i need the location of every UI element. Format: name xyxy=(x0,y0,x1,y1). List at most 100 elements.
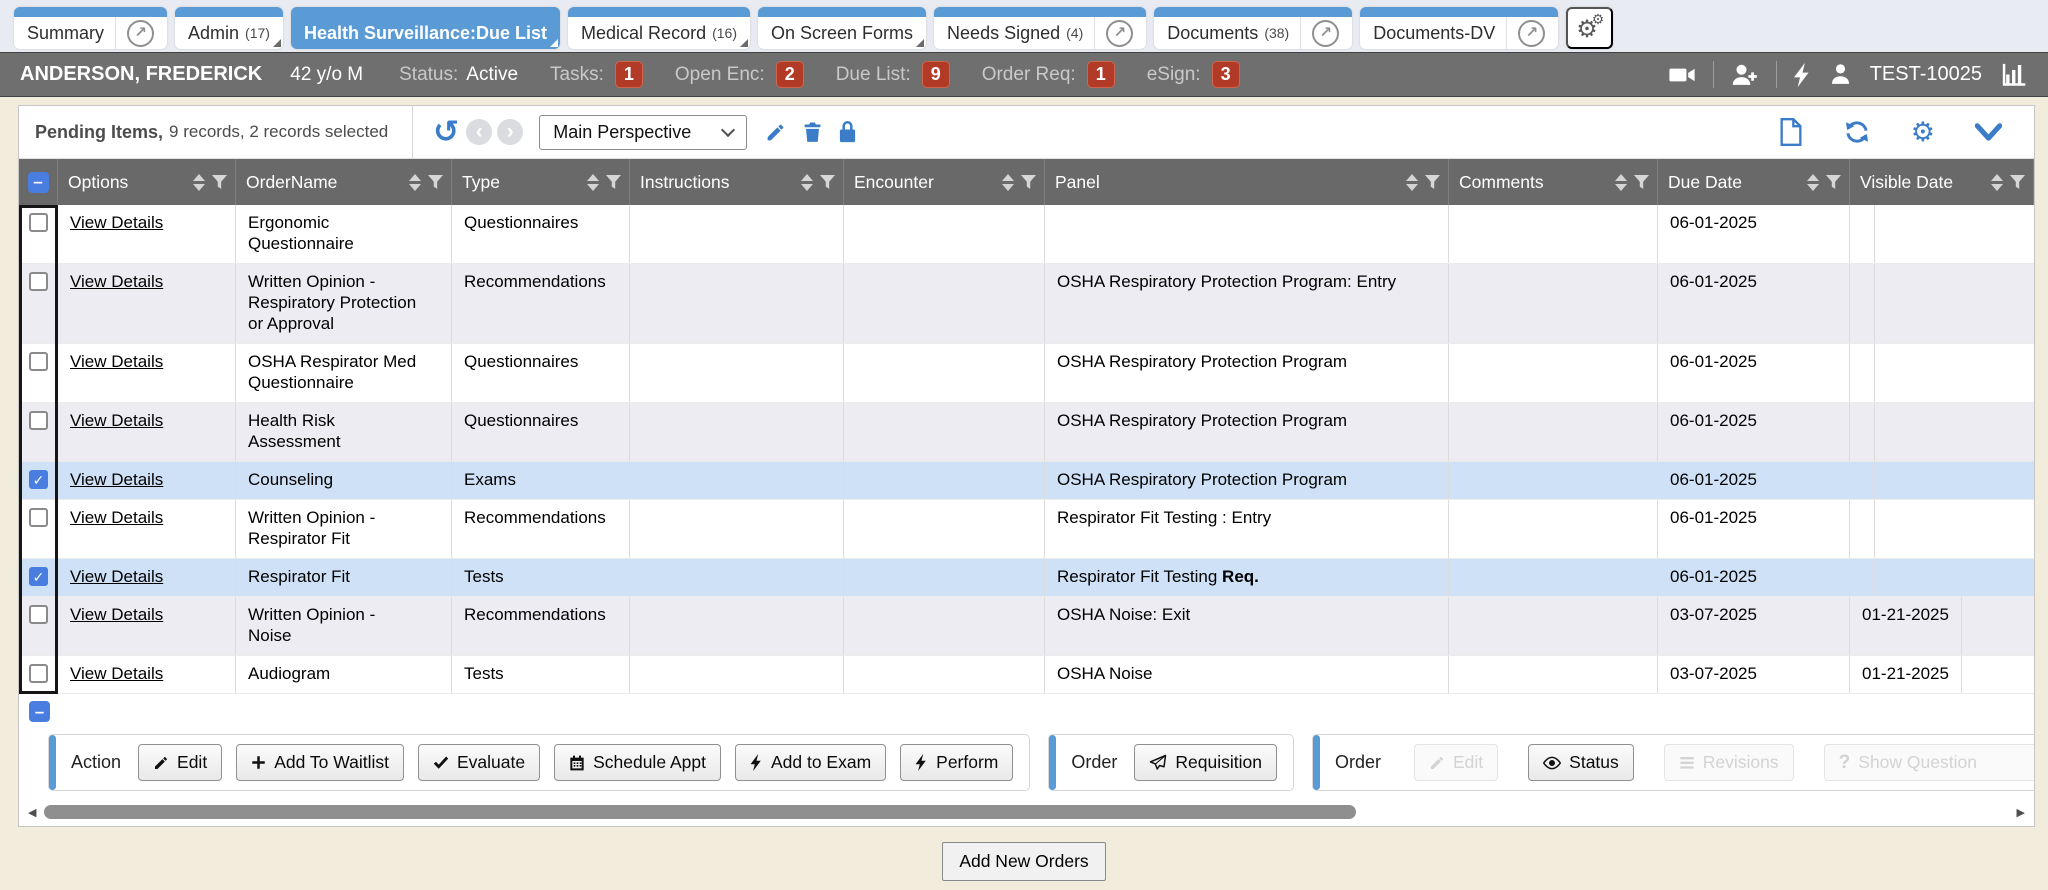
filter-funnel-icon[interactable] xyxy=(1826,175,1841,190)
sort-icon[interactable] xyxy=(1807,174,1819,191)
sort-icon[interactable] xyxy=(1406,174,1418,191)
row-checkbox[interactable]: ✓ xyxy=(29,567,48,586)
table-row[interactable]: View Details OSHA Respirator Med Questio… xyxy=(19,344,2034,403)
perspective-select[interactable]: Main Perspective xyxy=(539,115,747,150)
new-document-icon[interactable] xyxy=(1779,118,1803,146)
row-checkbox[interactable] xyxy=(29,213,48,232)
counter-badge[interactable]: 2 xyxy=(776,61,804,88)
filter-funnel-icon[interactable] xyxy=(212,175,227,190)
next-perspective-icon[interactable]: › xyxy=(497,119,523,145)
filter-funnel-icon[interactable] xyxy=(820,175,835,190)
column-header[interactable]: Due Date xyxy=(1658,159,1850,205)
action-button[interactable]: Perform xyxy=(900,744,1013,781)
column-header[interactable]: OrderName xyxy=(236,159,452,205)
sort-icon[interactable] xyxy=(587,174,599,191)
filter-funnel-icon[interactable] xyxy=(428,175,443,190)
view-details-link[interactable]: View Details xyxy=(70,352,163,371)
filter-funnel-icon[interactable] xyxy=(1021,175,1036,190)
tab[interactable]: Summary ↗ xyxy=(14,7,167,49)
column-header[interactable]: Options xyxy=(58,159,236,205)
column-header[interactable]: Visible Date xyxy=(1850,159,2034,205)
tab-popout[interactable]: ↗ xyxy=(1300,17,1339,49)
edit-perspective-icon[interactable] xyxy=(765,122,786,143)
view-details-link[interactable]: View Details xyxy=(70,605,163,624)
view-details-link[interactable]: View Details xyxy=(70,470,163,489)
refresh-icon[interactable] xyxy=(1843,119,1871,145)
column-header[interactable]: Encounter xyxy=(844,159,1045,205)
sort-icon[interactable] xyxy=(1615,174,1627,191)
lock-icon[interactable] xyxy=(839,121,856,143)
filter-funnel-icon[interactable] xyxy=(606,175,621,190)
column-header[interactable]: Instructions xyxy=(630,159,844,205)
tab[interactable]: Health Surveillance:Due List xyxy=(291,7,560,49)
row-checkbox[interactable] xyxy=(29,508,48,527)
view-details-link[interactable]: View Details xyxy=(70,664,163,683)
sort-icon[interactable] xyxy=(1991,174,2003,191)
row-checkbox[interactable] xyxy=(29,272,48,291)
column-header[interactable]: Type xyxy=(452,159,630,205)
table-row[interactable]: View Details Written Opinion - Respirato… xyxy=(19,500,2034,559)
table-row[interactable]: View Details Ergonomic Questionnaire Que… xyxy=(19,205,2034,264)
scrollbar-thumb[interactable] xyxy=(44,805,1356,819)
view-details-link[interactable]: View Details xyxy=(70,508,163,527)
tab-popout[interactable]: ↗ xyxy=(1506,17,1545,49)
column-header[interactable]: Panel xyxy=(1045,159,1449,205)
sort-icon[interactable] xyxy=(1002,174,1014,191)
column-header[interactable]: Comments xyxy=(1449,159,1658,205)
row-checkbox[interactable]: ✓ xyxy=(29,470,48,489)
sort-icon[interactable] xyxy=(193,174,205,191)
scroll-left-icon[interactable]: ◀ xyxy=(28,806,36,819)
action-button[interactable]: Add to Exam xyxy=(735,744,886,781)
counter-badge[interactable]: 3 xyxy=(1212,61,1240,88)
video-camera-icon[interactable] xyxy=(1668,61,1696,89)
table-row[interactable]: View Details Audiogram Tests OSHA Noise … xyxy=(19,656,2034,694)
select-all-checkbox-bottom[interactable]: – xyxy=(29,701,50,722)
action-button[interactable]: Status xyxy=(1528,744,1634,781)
table-row[interactable]: ✓ View Details Counseling Exams OSHA Res… xyxy=(19,462,2034,500)
view-details-link[interactable]: View Details xyxy=(70,567,163,586)
view-details-link[interactable]: View Details xyxy=(70,272,163,291)
filter-funnel-icon[interactable] xyxy=(1634,175,1649,190)
tab[interactable]: Documents (38) ↗ xyxy=(1154,7,1352,49)
row-checkbox[interactable] xyxy=(29,605,48,624)
person-add-icon[interactable] xyxy=(1731,61,1759,89)
action-button[interactable]: Requisition xyxy=(1134,744,1277,781)
tab[interactable]: Admin (17) xyxy=(175,7,283,49)
row-checkbox[interactable] xyxy=(29,664,48,683)
table-row[interactable]: View Details Health Risk Assessment Ques… xyxy=(19,403,2034,462)
collapse-chevron-icon[interactable] xyxy=(1975,123,2002,142)
select-all-checkbox[interactable]: – xyxy=(28,172,49,193)
filter-funnel-icon[interactable] xyxy=(1425,175,1440,190)
add-new-orders-button[interactable]: Add New Orders xyxy=(942,842,1105,881)
sort-icon[interactable] xyxy=(801,174,813,191)
action-button[interactable]: Add To Waitlist xyxy=(236,744,404,781)
tab-popout[interactable]: ↗ xyxy=(1094,17,1133,49)
sort-icon[interactable] xyxy=(409,174,421,191)
bolt-icon[interactable] xyxy=(1794,62,1811,88)
counter-badge[interactable]: 9 xyxy=(922,61,950,88)
counter-badge[interactable]: 1 xyxy=(1087,61,1115,88)
trash-icon[interactable] xyxy=(803,121,822,143)
tab[interactable]: Needs Signed (4) ↗ xyxy=(934,7,1146,49)
view-details-link[interactable]: View Details xyxy=(70,411,163,430)
tab[interactable]: Documents-DV ↗ xyxy=(1360,7,1558,49)
previous-perspective-icon[interactable]: ‹ xyxy=(466,119,492,145)
table-row[interactable]: View Details Written Opinion - Respirato… xyxy=(19,264,2034,344)
horizontal-scrollbar[interactable]: ◀ ▶ xyxy=(23,803,2030,822)
bar-chart-icon[interactable] xyxy=(1999,61,2028,88)
tab[interactable]: On Screen Forms xyxy=(758,7,926,49)
table-row[interactable]: ✓ View Details Respirator Fit Tests Resp… xyxy=(19,559,2034,597)
tab-settings-button[interactable]: ⚙ ⚙ xyxy=(1566,7,1613,49)
row-checkbox[interactable] xyxy=(29,411,48,430)
undo-icon[interactable]: ↺ xyxy=(433,118,459,146)
table-row[interactable]: View Details Written Opinion - Noise Rec… xyxy=(19,597,2034,656)
row-checkbox[interactable] xyxy=(29,352,48,371)
person-icon[interactable] xyxy=(1828,62,1853,87)
action-button[interactable]: Edit xyxy=(138,744,222,781)
action-button[interactable]: Schedule Appt xyxy=(554,744,721,781)
scroll-right-icon[interactable]: ▶ xyxy=(2017,806,2025,819)
counter-badge[interactable]: 1 xyxy=(615,61,643,88)
action-button[interactable]: Evaluate xyxy=(418,744,540,781)
view-details-link[interactable]: View Details xyxy=(70,213,163,232)
filter-funnel-icon[interactable] xyxy=(2010,175,2025,190)
